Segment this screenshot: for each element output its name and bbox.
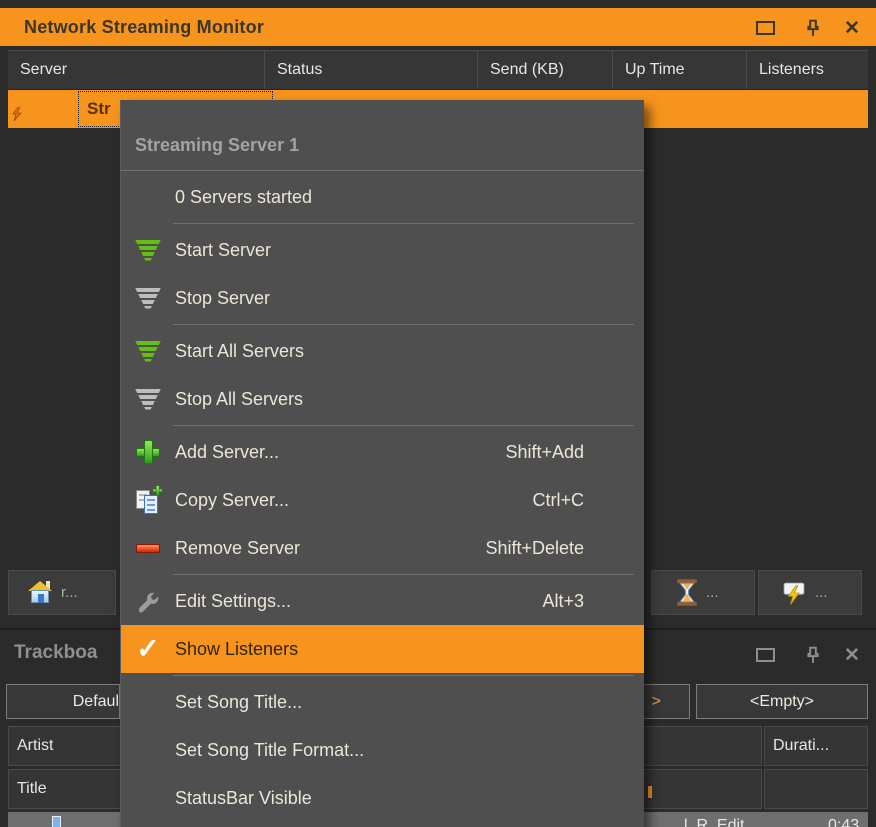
network-streaming-monitor-window: Network Streaming Monitor ✕ Server Statu… <box>0 0 876 827</box>
context-menu-header: Streaming Server 1 <box>121 122 644 168</box>
menu-item-start-all-servers[interactable]: Start All Servers <box>121 327 644 375</box>
trackboard-pin-icon <box>806 646 820 664</box>
column-header-send-kb[interactable]: Send (KB) <box>478 51 613 89</box>
antenna-green-icon <box>133 341 163 362</box>
home-button-label: r... <box>61 584 78 601</box>
menu-item-add-server[interactable]: Add Server... Shift+Add <box>121 428 644 476</box>
menu-item-statusbar-visible[interactable]: StatusBar Visible <box>121 774 644 822</box>
checkmark-icon: ✓ <box>133 635 163 663</box>
menu-item-label: Show Listeners <box>175 639 298 660</box>
home-toolbar-button[interactable]: r... <box>8 570 116 615</box>
menu-item-label: Start All Servers <box>175 341 304 362</box>
menu-item-set-song-title-format[interactable]: Set Song Title Format... <box>121 726 644 774</box>
menu-item-label: Add Server... <box>175 442 279 463</box>
trackboard-restore-icon <box>756 648 775 662</box>
menu-separator <box>173 223 634 224</box>
hidden-dropdown-fragment: > <box>652 693 661 711</box>
window-title: Network Streaming Monitor <box>24 17 264 38</box>
restore-icon <box>756 21 775 35</box>
trackboard-panel-title: Trackboa <box>14 642 120 664</box>
column-header-up-time[interactable]: Up Time <box>613 51 747 89</box>
window-titlebar[interactable]: Network Streaming Monitor ✕ <box>0 8 876 46</box>
hourglass-icon <box>676 579 698 606</box>
menu-item-label: Copy Server... <box>175 490 289 511</box>
menu-item-label: Set Song Title Format... <box>175 740 364 761</box>
menu-item-remove-server[interactable]: Remove Server Shift+Delete <box>121 524 644 572</box>
hourglass-toolbar-button[interactable]: ... <box>651 570 755 615</box>
default-preset-dropdown[interactable]: Defaul <box>6 684 120 719</box>
hidden-text-fragment <box>648 786 652 798</box>
trackboard-restore-button[interactable] <box>753 644 777 666</box>
title-row-empty-cell <box>764 769 868 809</box>
menu-separator <box>173 425 634 426</box>
trackboard-pin-button[interactable] <box>801 644 825 666</box>
menu-separator <box>173 574 634 575</box>
column-header-listeners[interactable]: Listeners <box>747 51 868 89</box>
minus-icon <box>133 544 163 553</box>
duration-header-cell[interactable]: Durati... <box>764 726 868 766</box>
menu-item-set-song-title[interactable]: Set Song Title... <box>121 678 644 726</box>
empty-preset-dropdown[interactable]: <Empty> <box>696 684 868 719</box>
lightning-icon <box>781 580 807 606</box>
menu-item-label: StatusBar Visible <box>175 788 312 809</box>
antenna-gray-icon <box>133 288 163 309</box>
lightning-button-label: ... <box>815 584 828 601</box>
server-context-menu: Streaming Server 1 0 Servers started Sta… <box>120 100 644 827</box>
track-item-icon <box>52 816 61 827</box>
menu-item-shortcut: Ctrl+C <box>532 490 584 511</box>
empty-preset-label: <Empty> <box>750 693 814 711</box>
menu-item-label: Set Song Title... <box>175 692 302 713</box>
menu-item-label: Edit Settings... <box>175 591 291 612</box>
menu-item-copy-server[interactable]: Copy Server... Ctrl+C <box>121 476 644 524</box>
menu-item-label: 0 Servers started <box>175 187 312 208</box>
pin-button[interactable] <box>801 17 825 39</box>
home-icon <box>27 581 53 605</box>
close-icon: ✕ <box>844 19 860 38</box>
menu-item-show-listeners[interactable]: ✓ Show Listeners <box>121 625 644 673</box>
menu-item-servers-started: 0 Servers started <box>121 173 644 221</box>
menu-item-label: Start Server <box>175 240 271 261</box>
copy-icon <box>133 487 163 513</box>
lightning-toolbar-button[interactable]: ... <box>758 570 862 615</box>
menu-item-label: Stop All Servers <box>175 389 303 410</box>
wrench-icon <box>133 589 163 613</box>
column-header-server[interactable]: Server <box>8 51 265 89</box>
column-header-status[interactable]: Status <box>265 51 478 89</box>
track-text-fragment: l. R. Edit... <box>684 817 758 827</box>
menu-item-stop-all-servers[interactable]: Stop All Servers <box>121 375 644 423</box>
menu-separator <box>173 675 634 676</box>
menu-item-edit-settings[interactable]: Edit Settings... Alt+3 <box>121 577 644 625</box>
server-table-header: Server Status Send (KB) Up Time Listener… <box>8 50 868 90</box>
pin-icon <box>806 19 820 37</box>
menu-item-label: Stop Server <box>175 288 270 309</box>
track-duration-fragment: 0:43 <box>828 817 859 827</box>
default-preset-label: Defaul <box>73 693 119 711</box>
menu-item-start-server[interactable]: Start Server <box>121 226 644 274</box>
menu-separator <box>173 324 634 325</box>
menu-item-label: Remove Server <box>175 538 300 559</box>
antenna-green-icon <box>133 240 163 261</box>
antenna-gray-icon <box>133 389 163 410</box>
restore-button[interactable] <box>753 17 777 39</box>
menu-separator <box>121 170 644 171</box>
server-name-text: Str <box>87 99 111 119</box>
house-door <box>38 594 44 603</box>
menu-item-shortcut: Alt+3 <box>542 591 584 612</box>
menu-item-shortcut: Shift+Add <box>505 442 584 463</box>
checkmark-glyph: ✓ <box>136 635 159 663</box>
trackboard-close-icon: ✕ <box>844 646 860 665</box>
hourglass-button-label: ... <box>706 584 719 601</box>
plus-icon <box>133 439 163 465</box>
menu-item-shortcut: Shift+Delete <box>485 538 584 559</box>
spark-icon <box>11 107 23 121</box>
menu-item-stop-server[interactable]: Stop Server <box>121 274 644 322</box>
trackboard-close-button[interactable]: ✕ <box>840 644 864 666</box>
close-button[interactable]: ✕ <box>840 17 864 39</box>
